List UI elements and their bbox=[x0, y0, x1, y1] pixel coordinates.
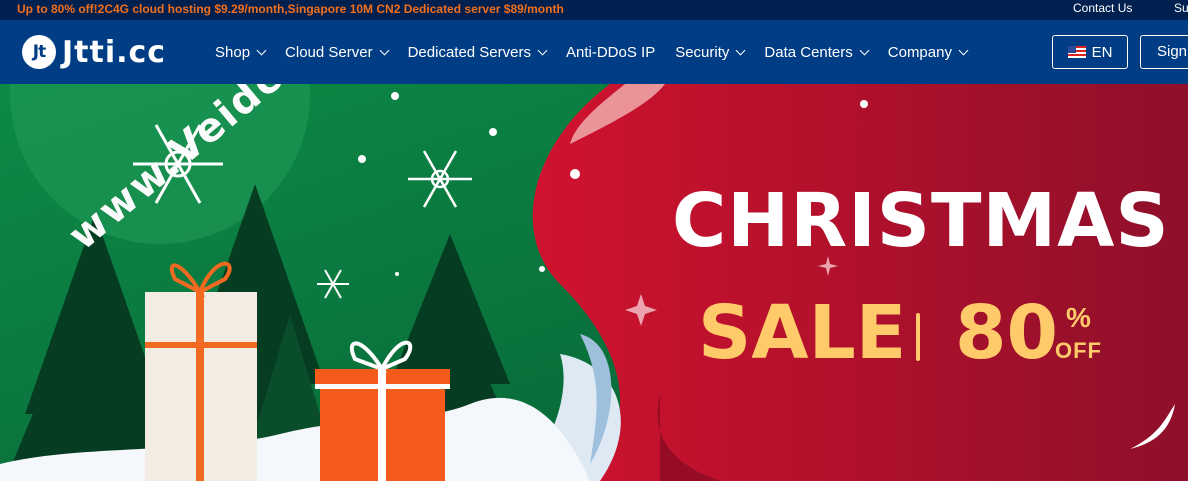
menu-item-company[interactable]: Company bbox=[887, 43, 969, 61]
percent-sign: % bbox=[1066, 302, 1091, 333]
main-menu: Shop Cloud Server Dedicated Servers Anti… bbox=[215, 20, 987, 84]
menu-item-anti-ddos-ip[interactable]: Anti-DDoS IP bbox=[566, 44, 655, 61]
menu-item-label: Security bbox=[675, 43, 730, 61]
banner-divider bbox=[916, 313, 920, 361]
chevron-down-icon bbox=[958, 45, 969, 55]
chevron-down-icon bbox=[256, 45, 267, 55]
contact-us-link[interactable]: Contact Us bbox=[1073, 1, 1132, 15]
menu-item-dedicated-servers[interactable]: Dedicated Servers bbox=[407, 43, 548, 61]
red-wave bbox=[532, 84, 1188, 481]
discount-percent: 80 bbox=[955, 290, 1058, 376]
logo-text: Jtti.cc bbox=[62, 34, 167, 70]
menu-item-label: Company bbox=[887, 43, 952, 61]
menu-item-security[interactable]: Security bbox=[675, 43, 746, 61]
banner-sale-text: SALE bbox=[698, 290, 907, 376]
logo-mark-letters: Jt bbox=[32, 42, 46, 62]
language-selector-button[interactable]: EN bbox=[1052, 35, 1128, 69]
menu-item-label: Shop bbox=[215, 43, 251, 61]
support-link[interactable]: Su bbox=[1174, 1, 1188, 15]
promo-text[interactable]: Up to 80% off!2C4G cloud hosting $9.29/m… bbox=[17, 2, 564, 16]
top-promo-bar: Up to 80% off!2C4G cloud hosting $9.29/m… bbox=[0, 0, 1188, 20]
banner-headline: CHRISTMAS bbox=[672, 178, 1170, 264]
chevron-down-icon bbox=[379, 45, 390, 55]
logo-mark-icon: Jt bbox=[22, 35, 56, 69]
gift-box-white bbox=[145, 261, 257, 481]
menu-item-label: Anti-DDoS IP bbox=[566, 43, 656, 61]
menu-item-shop[interactable]: Shop bbox=[215, 43, 267, 61]
menu-item-label: Dedicated Servers bbox=[407, 43, 531, 61]
menu-item-data-centers[interactable]: Data Centers bbox=[764, 43, 870, 61]
off-label: OFF bbox=[1055, 338, 1102, 363]
menu-item-label: Data Centers bbox=[764, 43, 853, 61]
chevron-down-icon bbox=[537, 45, 548, 55]
sign-in-button[interactable]: Sign bbox=[1140, 35, 1188, 69]
christmas-sale-banner[interactable]: www.Veidc.com CHRISTMAS SALE 80 % OFF bbox=[0, 84, 1188, 481]
menu-item-label: Cloud Server bbox=[285, 43, 373, 61]
us-flag-icon bbox=[1067, 46, 1086, 58]
main-navbar: Jt Jtti.cc Shop Cloud Server Dedicated S… bbox=[0, 20, 1188, 84]
language-label: EN bbox=[1091, 43, 1113, 61]
chevron-down-icon bbox=[735, 45, 746, 55]
chevron-down-icon bbox=[859, 45, 870, 55]
site-logo[interactable]: Jt Jtti.cc bbox=[22, 33, 166, 71]
menu-item-cloud-server[interactable]: Cloud Server bbox=[285, 43, 390, 61]
